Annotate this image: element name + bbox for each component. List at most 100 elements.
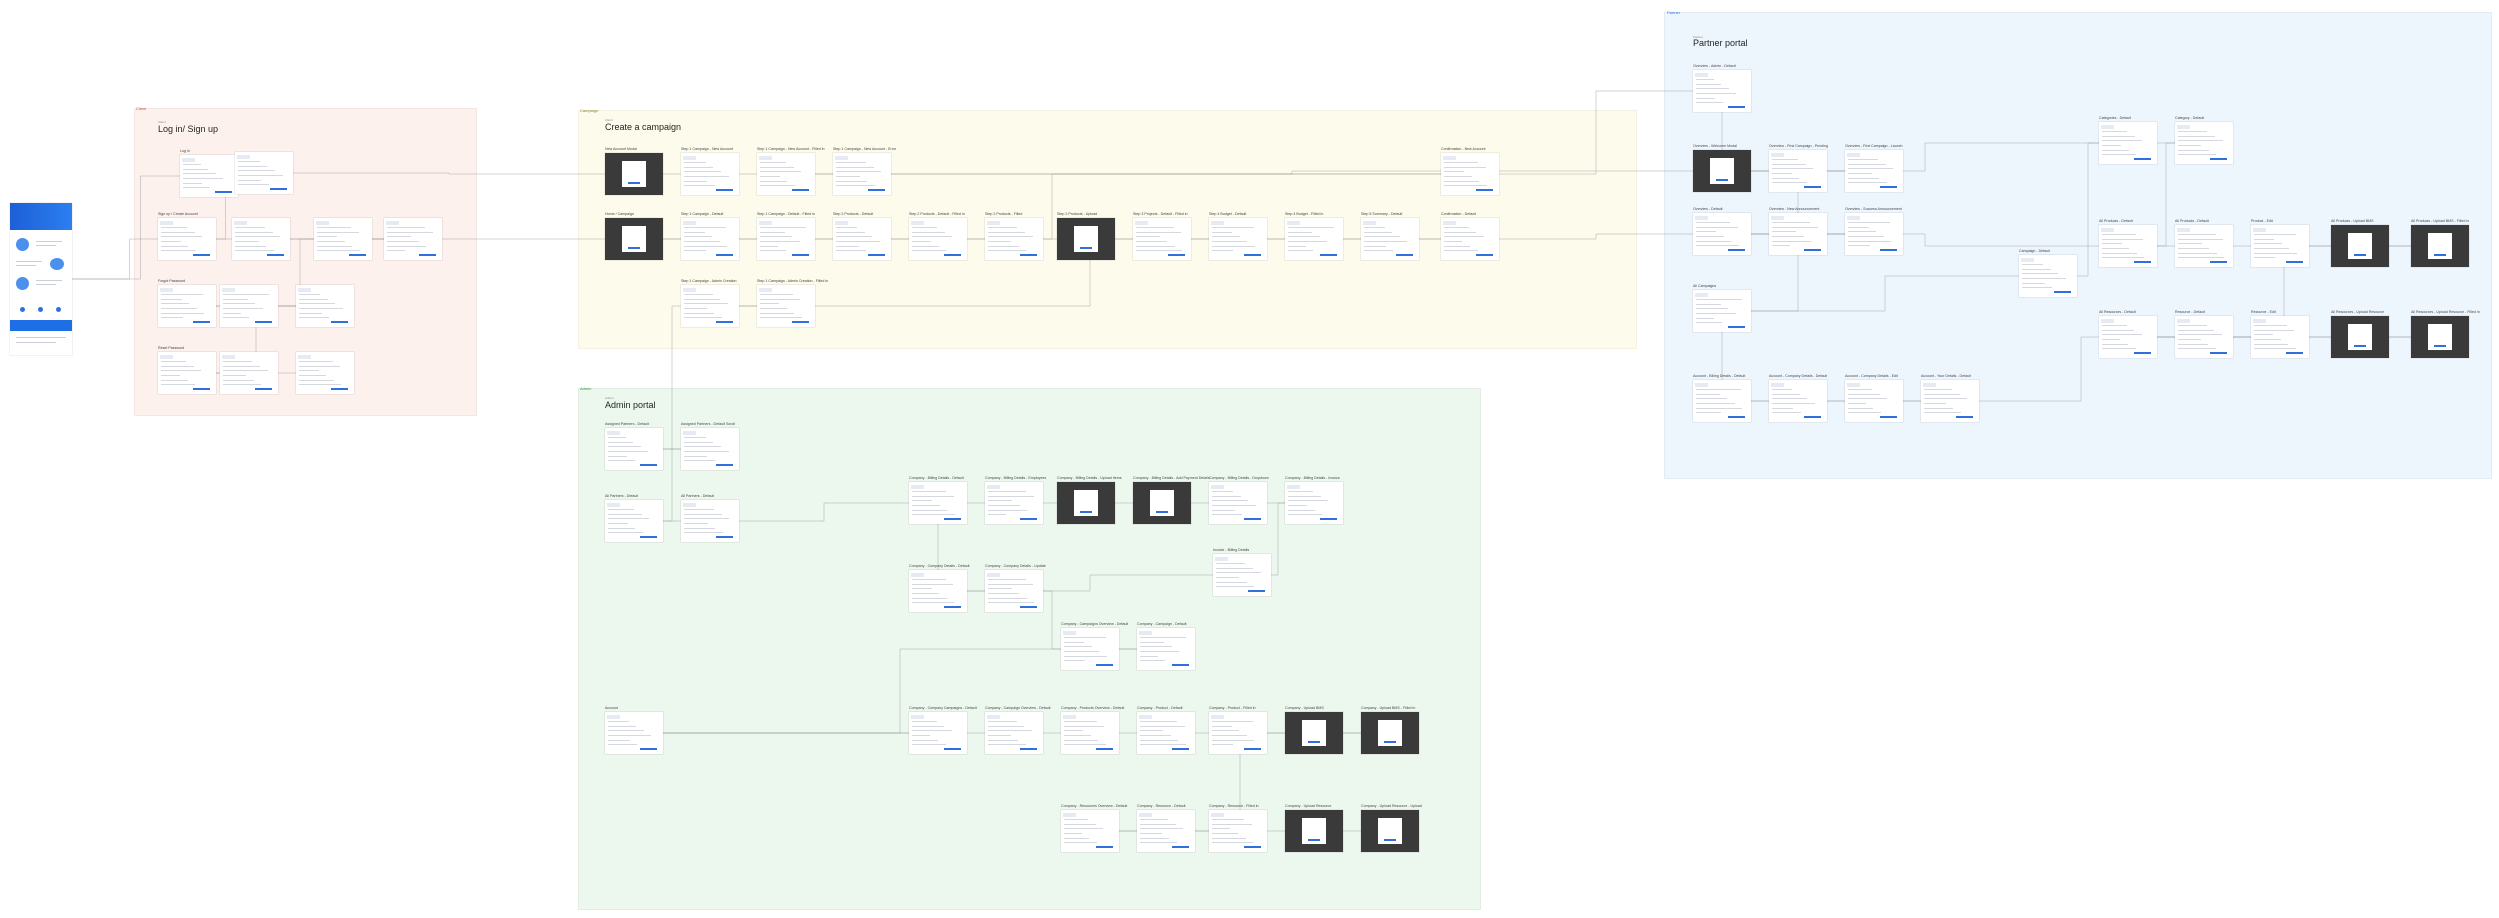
company-billing-details-upload-items-frame[interactable] bbox=[1057, 482, 1115, 524]
assigned-partners-default-scroll-frame[interactable] bbox=[681, 428, 739, 470]
primary-button bbox=[1395, 254, 1414, 257]
step-1-campaign-default-filled-in-frame[interactable] bbox=[757, 218, 815, 260]
overview-first-campaign-pending-frame[interactable] bbox=[1769, 150, 1827, 192]
screen-header bbox=[987, 220, 1001, 225]
forgot-password-frame[interactable] bbox=[158, 285, 216, 327]
account-company-details-default-frame[interactable] bbox=[1769, 380, 1827, 422]
content-line bbox=[1140, 641, 1165, 643]
company-upload-bms-frame[interactable] bbox=[1285, 712, 1343, 754]
content-line bbox=[2178, 135, 2215, 137]
company-campaigns-overview-default-frame[interactable] bbox=[1061, 628, 1119, 670]
company-billing-details-employees-frame[interactable] bbox=[985, 482, 1043, 524]
step-2-products-default-filled-in-frame[interactable] bbox=[909, 218, 967, 260]
primary-button bbox=[1095, 846, 1114, 849]
log-in-frame[interactable] bbox=[180, 155, 238, 197]
login-screen-10-frame[interactable] bbox=[220, 352, 278, 394]
company-billing-details-add-payment-details-frame[interactable] bbox=[1133, 482, 1191, 524]
all-products-default-frame[interactable] bbox=[2099, 225, 2157, 267]
step-5-summary-default-frame[interactable] bbox=[1361, 218, 1419, 260]
step-2-products-default-frame[interactable] bbox=[833, 218, 891, 260]
content-line bbox=[299, 375, 327, 377]
account-your-details-default-frame[interactable] bbox=[1921, 380, 1979, 422]
home-campaign-frame[interactable] bbox=[605, 218, 663, 260]
step-4-budget-default-frame[interactable] bbox=[1209, 218, 1267, 260]
company-product-filled-in-frame[interactable] bbox=[1209, 712, 1267, 754]
campaign-default-frame[interactable] bbox=[2019, 255, 2077, 297]
step-2-products-filled-frame[interactable] bbox=[985, 218, 1043, 260]
company-company-details-default-frame[interactable] bbox=[909, 570, 967, 612]
all-campaigns-frame[interactable] bbox=[1693, 290, 1751, 332]
company-product-default-frame[interactable] bbox=[1137, 712, 1195, 754]
step-1-campaign-admin-creation-filled-in-frame[interactable] bbox=[757, 285, 815, 327]
resource-default-frame[interactable] bbox=[2175, 316, 2233, 358]
company-billing-details-default-frame[interactable] bbox=[909, 482, 967, 524]
all-resources-default-frame[interactable] bbox=[2099, 316, 2157, 358]
overview-new-announcement-frame[interactable] bbox=[1769, 213, 1827, 255]
company-company-details-update-frame[interactable] bbox=[985, 570, 1043, 612]
step-1-campaign-new-account-frame[interactable] bbox=[681, 153, 739, 195]
overview-default-frame[interactable] bbox=[1693, 213, 1751, 255]
confirmation-new-account-frame[interactable] bbox=[1441, 153, 1499, 195]
step-1-campaign-new-account-filled-in-frame[interactable] bbox=[757, 153, 815, 195]
content-line bbox=[988, 725, 1025, 727]
assigned-partners-default-frame[interactable] bbox=[605, 428, 663, 470]
company-billing-details-dropdown-frame[interactable] bbox=[1209, 482, 1267, 524]
screen-header bbox=[298, 354, 312, 359]
all-partners-default-frame[interactable] bbox=[681, 500, 739, 542]
all-products-upload-bms-frame[interactable] bbox=[2331, 225, 2389, 267]
content-line bbox=[1064, 660, 1086, 662]
step-3-projects-default-filled-in-frame[interactable] bbox=[1133, 218, 1191, 260]
company-upload-resource-upload-frame[interactable] bbox=[1361, 810, 1419, 852]
login-screen-5-frame[interactable] bbox=[384, 218, 442, 260]
overview-first-campaign-launch-frame[interactable] bbox=[1845, 150, 1903, 192]
frame-label: Company - Products Overview - Default bbox=[1061, 706, 1125, 710]
login-screen-4-frame[interactable] bbox=[314, 218, 372, 260]
confirmation-default-frame[interactable] bbox=[1441, 218, 1499, 260]
overview-welcome-modal-frame[interactable] bbox=[1693, 150, 1751, 192]
company-upload-resource-frame[interactable] bbox=[1285, 810, 1343, 852]
invoice-billing-details-frame[interactable] bbox=[1213, 554, 1271, 596]
login-screen-8-frame[interactable] bbox=[296, 285, 354, 327]
all-partners-default-frame[interactable] bbox=[605, 500, 663, 542]
all-resources-upload-resource-filled-in-frame[interactable] bbox=[2411, 316, 2469, 358]
reset-password-frame[interactable] bbox=[158, 352, 216, 394]
primary-button bbox=[1095, 664, 1114, 667]
primary-button bbox=[1019, 254, 1038, 257]
company-resource-filled-in-frame[interactable] bbox=[1209, 810, 1267, 852]
company-company-campaigns-default-frame[interactable] bbox=[909, 712, 967, 754]
account-company-details-edit-frame[interactable] bbox=[1845, 380, 1903, 422]
account-billing-details-default-frame[interactable] bbox=[1693, 380, 1751, 422]
company-billing-details-invoice-frame[interactable] bbox=[1285, 482, 1343, 524]
step-1-campaign-admin-creation-frame[interactable] bbox=[681, 285, 739, 327]
login-screen-1-frame[interactable] bbox=[235, 152, 293, 194]
resource-edit-frame[interactable] bbox=[2251, 316, 2309, 358]
step-1-campaign-default-frame[interactable] bbox=[681, 218, 739, 260]
company-products-overview-default-frame[interactable] bbox=[1061, 712, 1119, 754]
content-line bbox=[988, 505, 1020, 507]
overview-success-announcement-frame[interactable] bbox=[1845, 213, 1903, 255]
step-1-campaign-new-account-error-frame[interactable] bbox=[833, 153, 891, 195]
step-4-budget-filled-in-frame[interactable] bbox=[1285, 218, 1343, 260]
company-resources-overview-default-frame[interactable] bbox=[1061, 810, 1119, 852]
login-screen-11-frame[interactable] bbox=[296, 352, 354, 394]
content-line bbox=[684, 236, 713, 238]
overview-admin-default-frame[interactable] bbox=[1693, 70, 1751, 112]
content-line bbox=[161, 317, 183, 319]
categories-default-frame[interactable] bbox=[2099, 122, 2157, 164]
sign-up-create-account-frame[interactable] bbox=[158, 218, 216, 260]
new-account-modal-frame[interactable] bbox=[605, 153, 663, 195]
company-campaign-overview-default-frame[interactable] bbox=[985, 712, 1043, 754]
content-line bbox=[1288, 250, 1314, 252]
company-resource-default-frame[interactable] bbox=[1137, 810, 1195, 852]
all-resources-upload-resource-frame[interactable] bbox=[2331, 316, 2389, 358]
login-screen-3-frame[interactable] bbox=[232, 218, 290, 260]
all-products-default-frame[interactable] bbox=[2175, 225, 2233, 267]
company-campaign-default-frame[interactable] bbox=[1137, 628, 1195, 670]
all-products-upload-bms-filled-in-frame[interactable] bbox=[2411, 225, 2469, 267]
company-upload-bms-filled-in-frame[interactable] bbox=[1361, 712, 1419, 754]
account-frame[interactable] bbox=[605, 712, 663, 754]
login-screen-7-frame[interactable] bbox=[220, 285, 278, 327]
step-2-products-upload-frame[interactable] bbox=[1057, 218, 1115, 260]
category-default-frame[interactable] bbox=[2175, 122, 2233, 164]
product-edit-frame[interactable] bbox=[2251, 225, 2309, 267]
